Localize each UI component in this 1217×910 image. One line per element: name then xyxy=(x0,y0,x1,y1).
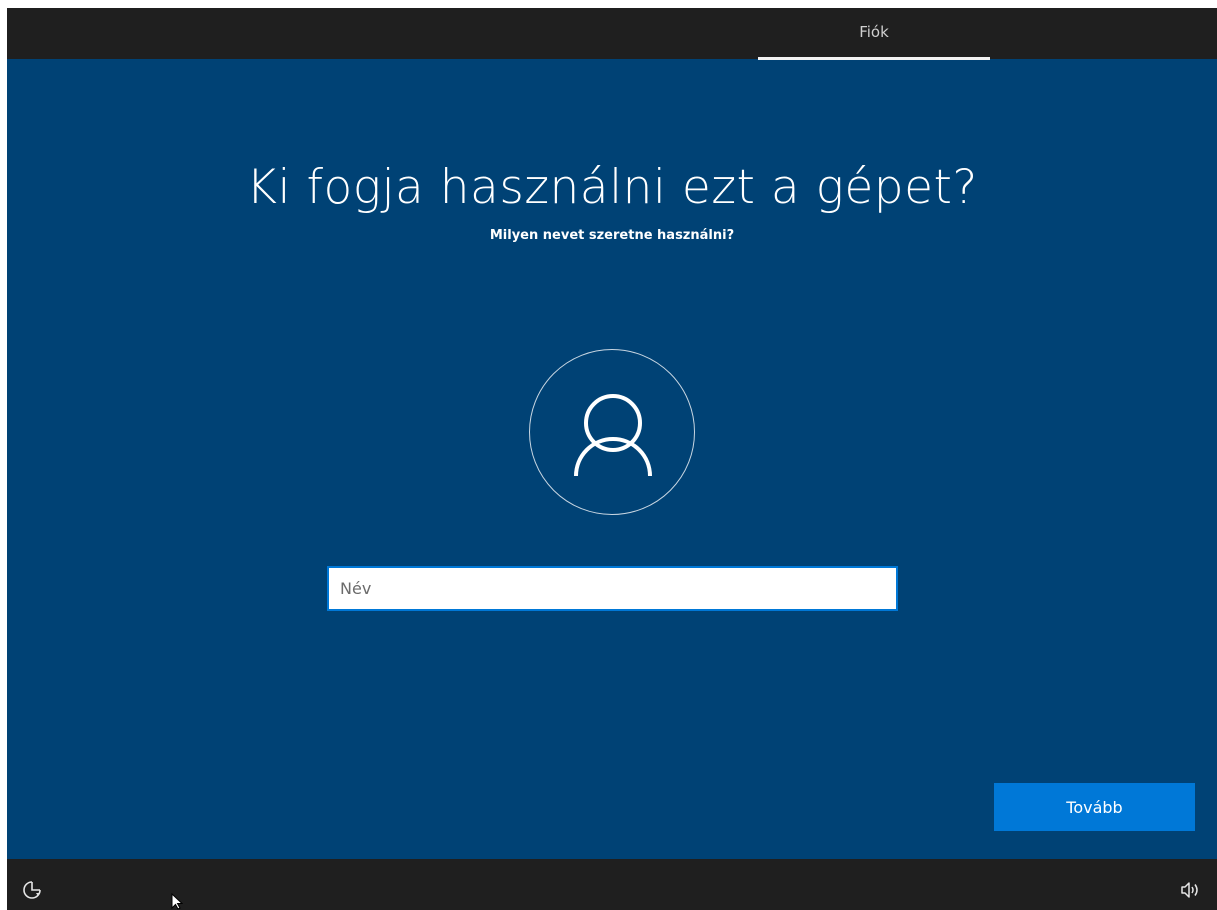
active-tab-indicator xyxy=(758,57,990,60)
page-title: Ki fogja használni ezt a gépet? xyxy=(246,160,978,215)
user-icon xyxy=(574,394,652,477)
page-subtitle: Milyen nevet szeretne használni? xyxy=(489,228,735,243)
bottom-bar xyxy=(7,859,1217,910)
oobe-window: Fiók Ki fogja használni ezt a gépet? Mil… xyxy=(7,8,1217,910)
top-bar: Fiók xyxy=(7,8,1217,60)
avatar xyxy=(529,349,695,515)
tab-account[interactable]: Fiók xyxy=(758,8,990,59)
ease-of-access-icon[interactable] xyxy=(21,879,43,901)
next-button[interactable]: Tovább xyxy=(994,783,1195,831)
name-input[interactable] xyxy=(327,566,898,611)
volume-icon[interactable] xyxy=(1179,879,1201,901)
mouse-cursor-icon xyxy=(171,893,183,910)
